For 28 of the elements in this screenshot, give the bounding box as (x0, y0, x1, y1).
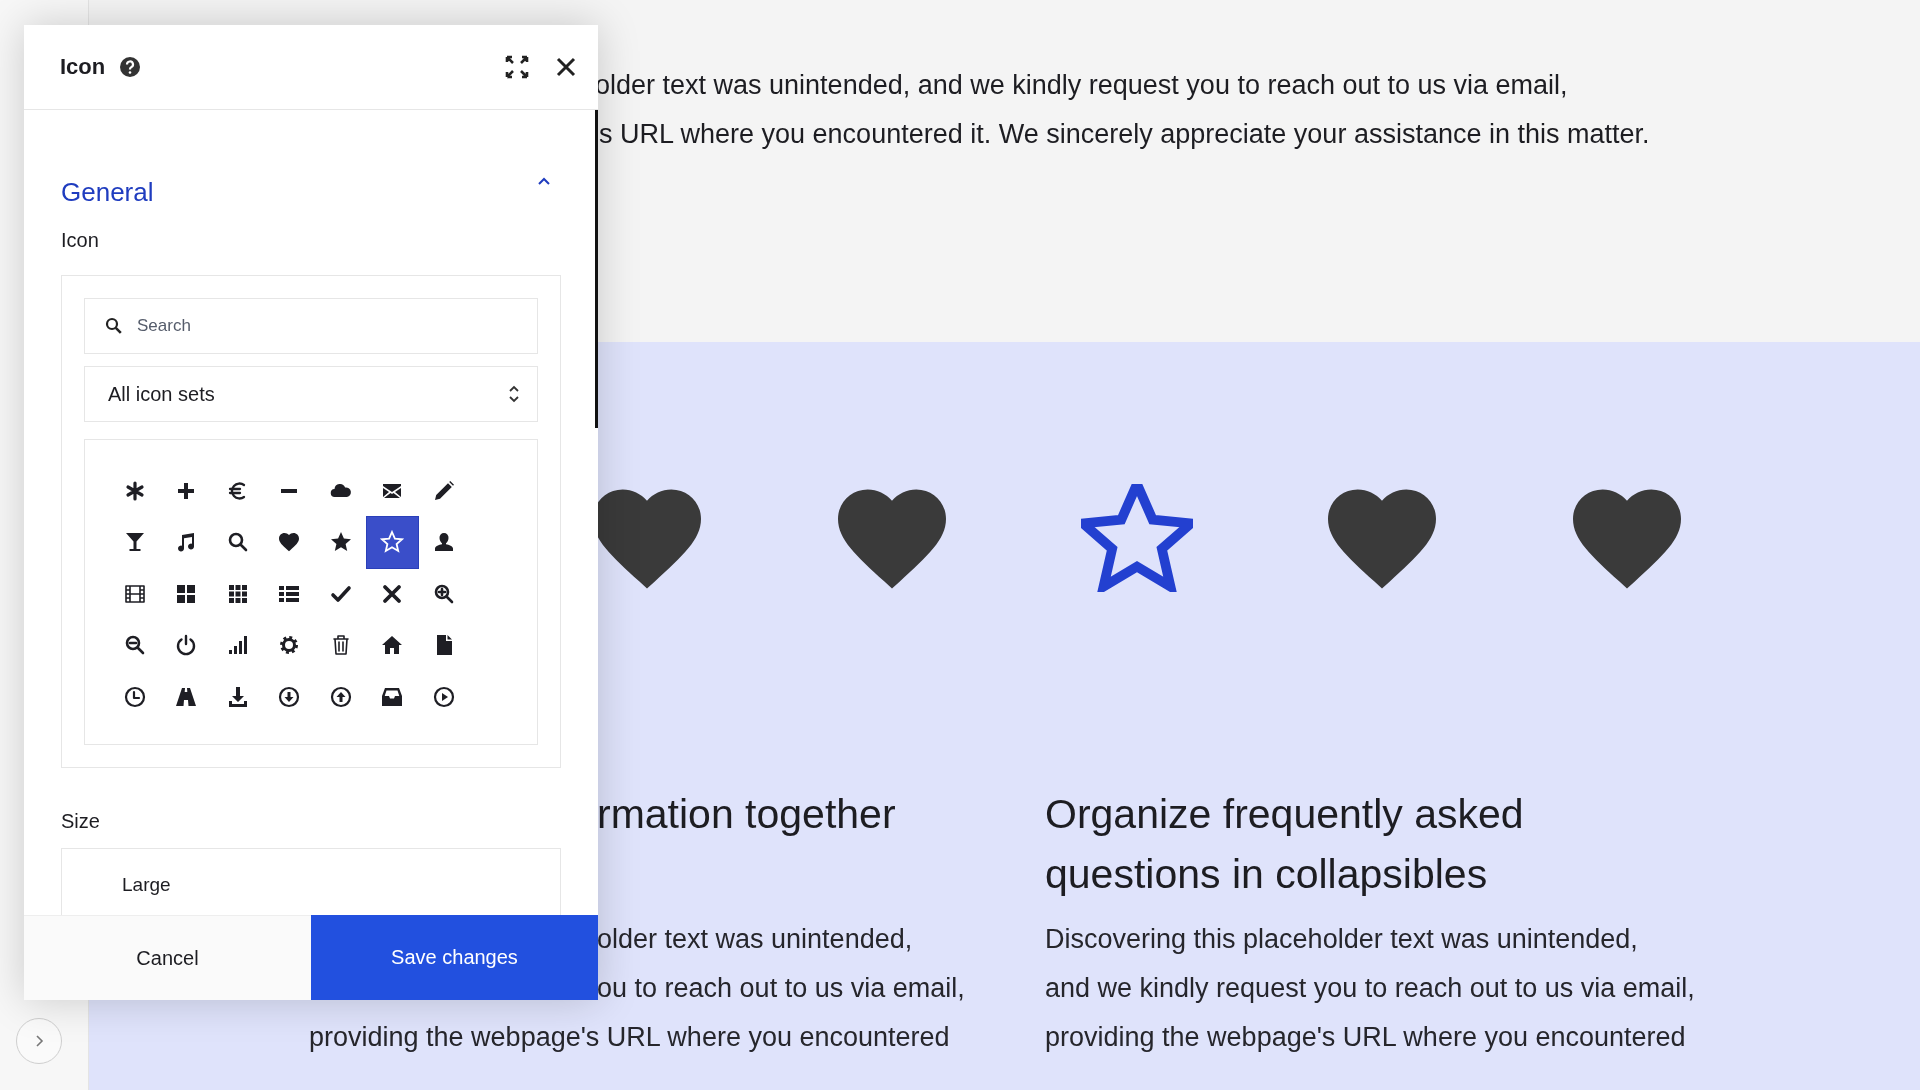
field-label: Size (61, 809, 101, 833)
heading-line: rmation together (597, 790, 897, 839)
body-text-line: providing the webpage's URL where you encountered (309, 1021, 951, 1054)
body-text-line: older text was unintended, (597, 923, 914, 956)
search-input[interactable]: Search (135, 315, 537, 337)
up-down-chevron-icon (507, 384, 521, 404)
body-text-line: and we kindly request you to reach out to us via email, (1045, 972, 1696, 1005)
fullscreen-button[interactable] (504, 54, 530, 80)
search-icon (105, 317, 123, 335)
dialog-title: Icon (60, 54, 106, 80)
caret-icon (537, 176, 551, 186)
save-button[interactable]: Save changes (311, 915, 598, 1000)
field-label: Icon (61, 228, 100, 252)
star-outline-icon[interactable] (366, 516, 418, 568)
help-icon[interactable] (119, 56, 142, 78)
paragraph-line: older text was unintended, and we kindly request you to reach out to us via email, (595, 69, 1569, 102)
cancel-button[interactable]: Cancel (24, 915, 311, 1000)
body-text-line: Discovering this placeholder text was unintended, (1045, 923, 1639, 956)
body-text-line: providing the webpage's URL where you encountered (1045, 1021, 1687, 1054)
heading-line: questions in collapsibles (1045, 850, 1489, 899)
body-text-line: ou to reach out to us via email, (597, 972, 966, 1005)
paragraph-line: s URL where you encountered it. We sincerely appreciate your assistance in this matter. (599, 118, 1651, 151)
section-header[interactable]: General (61, 176, 561, 208)
close-button[interactable] (556, 57, 576, 77)
scrollbar-thumb[interactable] (595, 110, 598, 428)
search-field[interactable]: Search (84, 298, 538, 354)
icon-set-dropdown[interactable]: All icon sets (84, 366, 538, 422)
heading-line: Organize frequently asked (1045, 790, 1525, 839)
